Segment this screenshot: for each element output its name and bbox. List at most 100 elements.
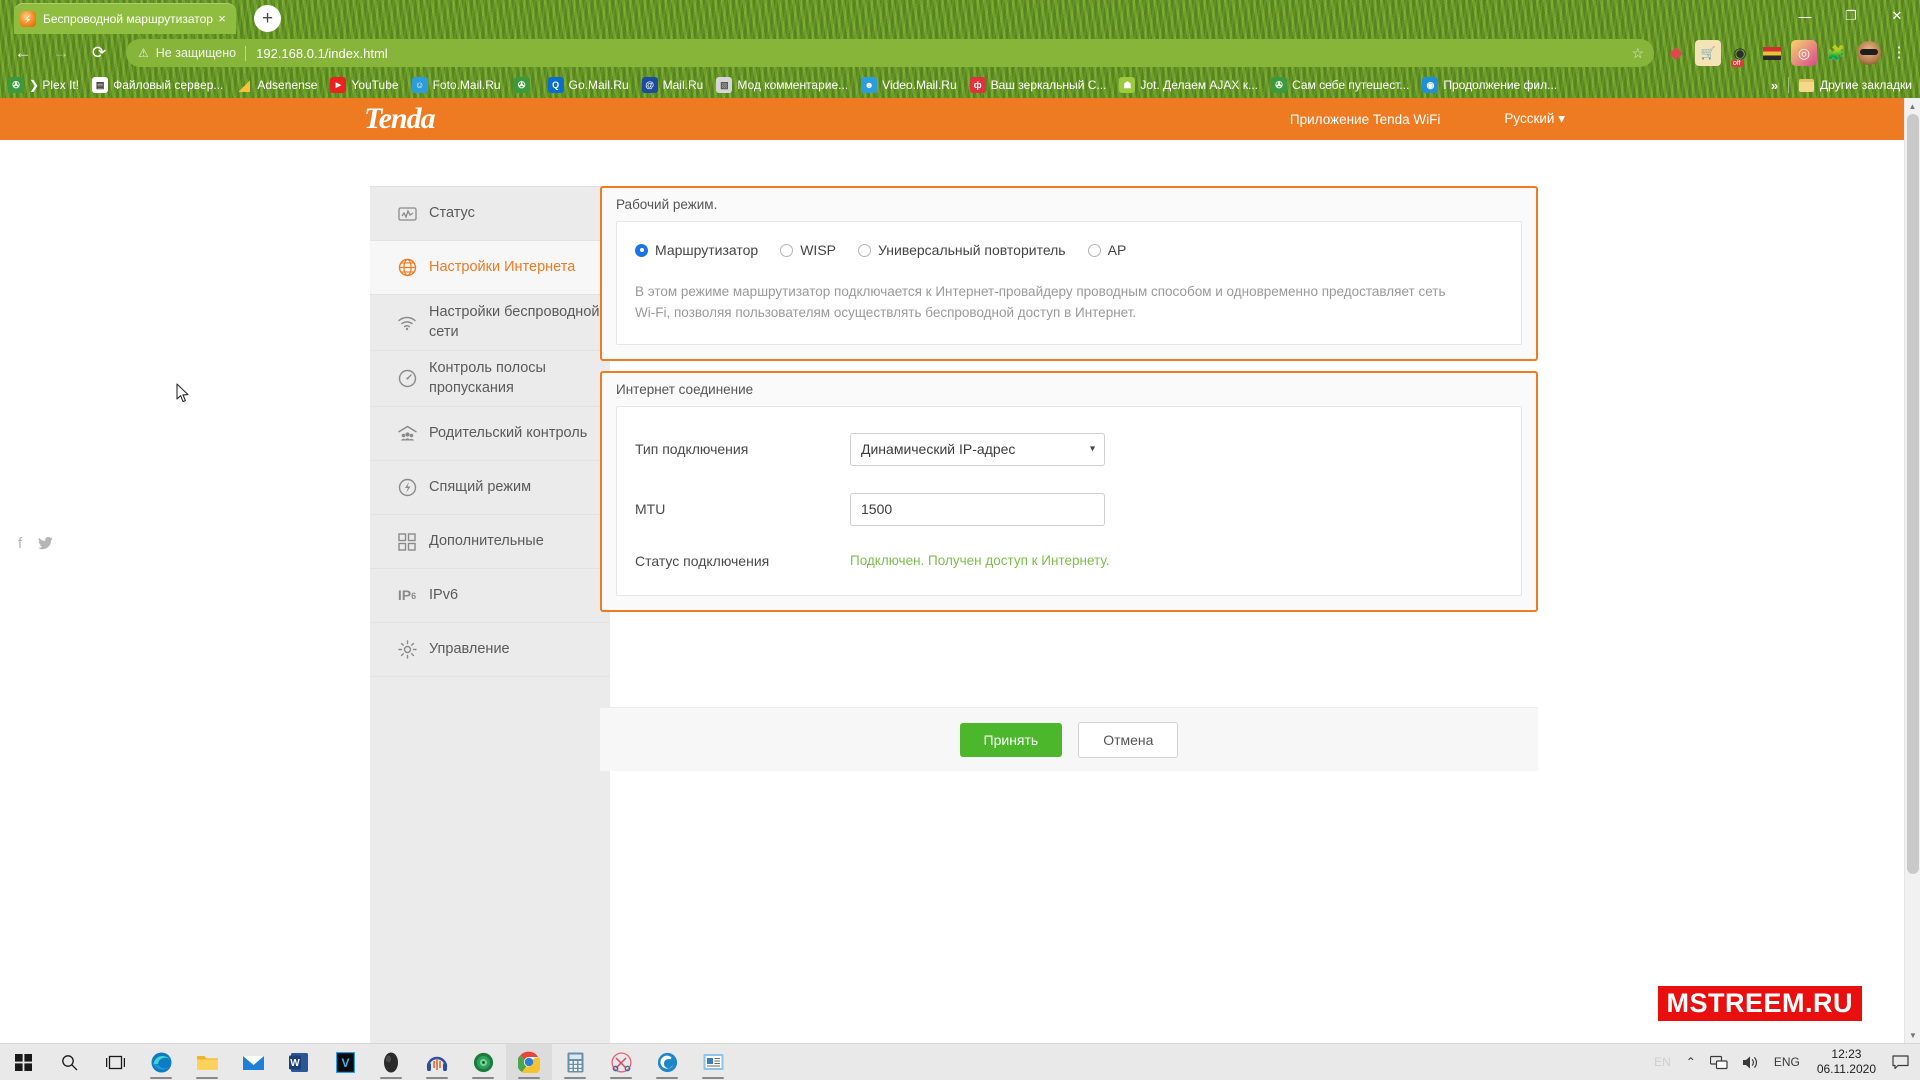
mtu-label: MTU — [635, 501, 666, 518]
language-selector[interactable]: Русский ▾ — [1504, 111, 1565, 127]
action-bar: Принять Отмена — [600, 707, 1538, 771]
puzzle-extensions-icon[interactable]: 🧩 — [1823, 40, 1849, 66]
bookmark-item[interactable]: ▶ YouTube — [330, 77, 399, 93]
browser-tab[interactable]: Беспроводной маршрутизатор × — [14, 3, 236, 34]
back-icon[interactable]: ← — [8, 38, 38, 68]
browser-menu-icon[interactable]: ⋮ — [1886, 40, 1912, 66]
new-tab-button[interactable]: + — [254, 5, 281, 32]
forward-icon[interactable]: → — [46, 38, 76, 68]
edge-icon[interactable] — [138, 1044, 184, 1080]
bookmark-item[interactable]: ✇ Сам себе путешест... — [1271, 77, 1409, 93]
show-hidden-icons-chevron[interactable]: ⌃ — [1679, 1055, 1703, 1069]
bookmark-item[interactable]: ☻ Video.Mail.Ru — [861, 77, 957, 93]
bookmark-item[interactable]: @ Mail.Ru — [641, 77, 703, 93]
window-controls: — ❐ ✕ — [1782, 0, 1920, 32]
close-window-button[interactable]: ✕ — [1874, 0, 1920, 32]
radio-label: AP — [1107, 242, 1127, 258]
bookmark-item[interactable]: ☺ Foto.Mail.Ru — [411, 77, 501, 93]
radio-option-universal-repeater[interactable]: Универсальный повторитель — [858, 242, 1066, 258]
snipping-tool-icon[interactable] — [598, 1044, 644, 1080]
sidebar-item-ipv6[interactable]: IP 6 IPv6 — [370, 569, 610, 624]
volume-icon[interactable] — [1735, 1055, 1767, 1070]
radio-option-ap[interactable]: AP — [1087, 242, 1127, 258]
clock[interactable]: 12:23 06.11.2020 — [1807, 1047, 1886, 1076]
scroll-down-icon[interactable]: ▼ — [1905, 1027, 1920, 1043]
accept-button[interactable]: Принять — [959, 722, 1063, 757]
bookmark-item[interactable]: ▧ Мод комментарие... — [716, 77, 848, 93]
sidebar-item-bandwidth-control[interactable]: Контроль полосы пропускания — [370, 351, 610, 408]
start-button[interactable] — [0, 1044, 46, 1080]
tenda-wifi-app-link[interactable]: Приложение Tenda WiFi — [1290, 112, 1440, 127]
radio-indicator[interactable] — [1087, 243, 1101, 257]
sidebar-item-parental-control[interactable]: Родительский контроль — [370, 407, 610, 462]
page-scrollbar[interactable]: ▲ ▼ — [1904, 98, 1920, 1043]
connection-type-select[interactable]: Динамический IP-адрес — [850, 432, 1105, 466]
adsense-icon: ◢ — [238, 77, 250, 93]
bookmark-item[interactable]: ф Ваш зеркальный С... — [969, 77, 1106, 93]
scroll-up-icon[interactable]: ▲ — [1905, 98, 1920, 114]
connection-status-row: Статус подключения Подключен. Получен до… — [635, 553, 1503, 569]
chrome-icon[interactable] — [506, 1043, 552, 1080]
presentation-icon[interactable] — [690, 1044, 736, 1080]
sidebar-item-label: Родительский контроль — [429, 424, 588, 441]
sidebar-item-advanced[interactable]: Дополнительные — [370, 515, 610, 570]
sidebar-item-internet-settings[interactable]: Настройки Интернета — [370, 241, 610, 295]
sidebar-item-status[interactable]: Статус — [370, 187, 610, 241]
minimize-button[interactable]: — — [1782, 0, 1828, 32]
notification-icon[interactable] — [1886, 1054, 1914, 1070]
internet-panel-title: Интернет соединение — [616, 381, 754, 397]
other-bookmarks-label[interactable]: Другие закладки — [1820, 78, 1912, 92]
facebook-icon[interactable]: f — [18, 535, 22, 552]
sidebar-item-wireless-settings[interactable]: Настройки беспроводной сети — [370, 295, 610, 352]
bookmark-label: Мод комментарие... — [737, 78, 849, 92]
radio-indicator[interactable] — [858, 243, 871, 257]
avatar[interactable] — [1857, 41, 1881, 65]
maximize-button[interactable]: ❐ — [1828, 0, 1874, 32]
radio-indicator[interactable] — [635, 243, 648, 257]
mail-icon[interactable] — [230, 1044, 276, 1080]
cancel-button[interactable]: Отмена — [1078, 721, 1179, 758]
audacity-icon[interactable] — [414, 1044, 460, 1080]
url-text: 192.168.0.1/index.html — [256, 45, 388, 61]
flags-translate-extension-icon[interactable] — [1759, 40, 1785, 66]
mtu-input[interactable] — [850, 492, 1105, 526]
radio-indicator[interactable] — [780, 243, 794, 257]
scrollbar-thumb[interactable] — [1907, 114, 1919, 874]
sidebar-item-sleep-mode[interactable]: Спящий режим — [370, 461, 610, 516]
network-icon[interactable] — [1703, 1055, 1735, 1070]
bookmark-item[interactable]: ◢ Adsenense — [236, 77, 317, 93]
teams-icon[interactable] — [644, 1044, 690, 1080]
task-view-icon[interactable] — [92, 1044, 138, 1080]
social-links: f — [18, 535, 69, 552]
bookmark-item[interactable]: Q Go.Mail.Ru — [547, 77, 629, 93]
overflow-chevron-icon[interactable]: » — [1771, 78, 1778, 93]
bookmark-item[interactable]: ☗ Jot. Делаем AJAX к... — [1119, 77, 1258, 93]
bookmark-item[interactable]: ▤ Файловый сервер... — [92, 77, 223, 93]
ruby-extension-icon[interactable]: ◆ — [1663, 40, 1689, 66]
globe-icon: ✇ — [8, 77, 24, 93]
bookmark-item[interactable]: ✇ ❯ Plex It! — [8, 77, 79, 93]
reload-icon[interactable]: ⟳ — [84, 38, 114, 68]
twitter-icon[interactable] — [38, 537, 54, 550]
language-indicator[interactable]: ENG — [1767, 1055, 1807, 1069]
obs-icon[interactable] — [368, 1044, 414, 1080]
camtasia-icon[interactable] — [460, 1044, 506, 1080]
vegas-icon[interactable]: V — [322, 1044, 368, 1080]
close-icon[interactable]: × — [214, 11, 230, 27]
bookmark-star-icon[interactable]: ☆ — [1631, 45, 1644, 62]
word-icon[interactable]: W — [276, 1044, 322, 1080]
instagram-extension-icon[interactable]: ◎ — [1791, 40, 1817, 66]
status-badge: Подключен. Получен доступ к Интернету. — [850, 553, 1110, 569]
calculator-icon[interactable] — [552, 1044, 598, 1080]
bookmark-item[interactable]: ✇ — [513, 77, 535, 93]
file-explorer-icon[interactable] — [184, 1044, 230, 1080]
shopping-cart-extension-icon[interactable]: 🛒 — [1695, 40, 1721, 66]
tenda-favicon-icon — [20, 10, 36, 27]
adblock-off-extension-icon[interactable]: ◉ off — [1727, 40, 1753, 67]
address-bar[interactable]: ⚠ Не защищено 192.168.0.1/index.html ☆ — [126, 39, 1654, 67]
sidebar-item-management[interactable]: Управление — [370, 623, 610, 678]
radio-option-router[interactable]: Маршрутизатор — [635, 242, 758, 258]
bookmark-item[interactable]: ◉ Продолжение фил... — [1422, 77, 1557, 93]
radio-option-wisp[interactable]: WISP — [780, 242, 836, 258]
search-icon[interactable] — [46, 1044, 92, 1080]
